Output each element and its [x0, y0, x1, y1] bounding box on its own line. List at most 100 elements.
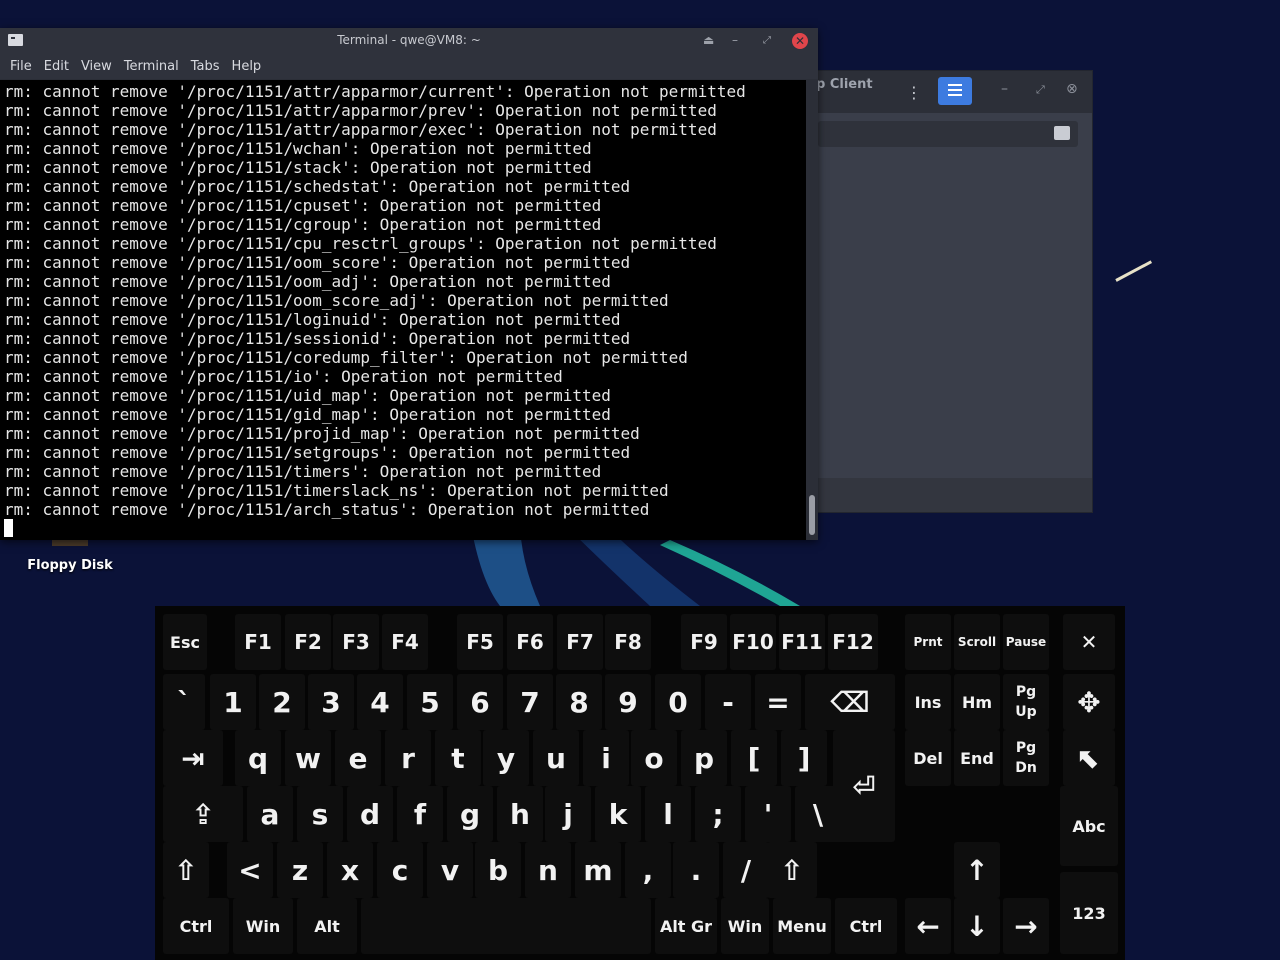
print-screen-key[interactable]: Prnt [905, 614, 951, 670]
terminal-scrollbar[interactable] [806, 80, 818, 540]
menu-tabs[interactable]: Tabs [185, 59, 226, 74]
key-j[interactable]: j [545, 786, 591, 842]
alt-key[interactable]: Alt [297, 898, 357, 954]
slash-key[interactable]: / [723, 842, 769, 898]
key-m[interactable]: m [575, 842, 621, 898]
key-e[interactable]: e [335, 730, 381, 786]
f4-key[interactable]: F4 [382, 614, 428, 670]
home-key[interactable]: Hm [954, 674, 1000, 730]
key-r[interactable]: r [385, 730, 431, 786]
key-s[interactable]: s [297, 786, 343, 842]
arrow-right-key[interactable]: → [1003, 898, 1049, 954]
key-c[interactable]: c [377, 842, 423, 898]
right-win-key[interactable]: Win [721, 898, 769, 954]
left-bracket-key[interactable]: [ [731, 730, 777, 786]
floppy-disk-icon[interactable] [52, 540, 88, 546]
menu-file[interactable]: File [4, 59, 38, 74]
key-p[interactable]: p [681, 730, 727, 786]
scrollbar-thumb[interactable] [809, 495, 815, 535]
key-d[interactable]: d [347, 786, 393, 842]
key-n[interactable]: n [525, 842, 571, 898]
key-b[interactable]: b [475, 842, 521, 898]
f1-key[interactable]: F1 [235, 614, 281, 670]
menu-icon[interactable]: ⋮ [906, 83, 922, 102]
key-6[interactable]: 6 [457, 674, 503, 730]
key-8[interactable]: 8 [556, 674, 602, 730]
equals-key[interactable]: = [755, 674, 801, 730]
backslash-key[interactable]: \ [795, 786, 841, 842]
key-4[interactable]: 4 [357, 674, 403, 730]
key-t[interactable]: t [435, 730, 481, 786]
space-key[interactable] [361, 898, 651, 954]
alt-gr-key[interactable]: Alt Gr [655, 898, 717, 954]
key-l[interactable]: l [645, 786, 691, 842]
list-view-button[interactable] [938, 77, 972, 105]
period-key[interactable]: . [673, 842, 719, 898]
esc-key[interactable]: Esc [163, 614, 207, 670]
terminal-titlebar[interactable]: Terminal - qwe@VM8: ~ ⏏ – ⤢ ✕ [0, 28, 818, 54]
key-3[interactable]: 3 [308, 674, 354, 730]
menu-edit[interactable]: Edit [38, 59, 75, 74]
key-g[interactable]: g [447, 786, 493, 842]
tab-key[interactable]: ⇥ [163, 730, 223, 786]
f6-key[interactable]: F6 [507, 614, 553, 670]
key-u[interactable]: u [533, 730, 579, 786]
background-window[interactable]: p Client ⋮ – ⤢ ⊗ [795, 70, 1093, 513]
maximize-icon[interactable]: ⤢ [1036, 83, 1045, 97]
f7-key[interactable]: F7 [557, 614, 603, 670]
menu-key[interactable]: Menu [773, 898, 831, 954]
clear-icon[interactable] [1054, 126, 1070, 140]
shade-icon[interactable]: ⏏ [703, 33, 714, 47]
arrow-down-key[interactable]: ↓ [954, 898, 1000, 954]
menu-help[interactable]: Help [226, 59, 268, 74]
key-2[interactable]: 2 [259, 674, 305, 730]
floppy-disk-label[interactable]: Floppy Disk [20, 558, 120, 573]
key-o[interactable]: o [631, 730, 677, 786]
f8-key[interactable]: F8 [605, 614, 651, 670]
caps-lock-key[interactable]: ⇪ [163, 786, 243, 842]
key-q[interactable]: q [235, 730, 281, 786]
background-window-search-input[interactable] [818, 121, 1078, 147]
terminal-output[interactable]: rm: cannot remove '/proc/1151/attr/appar… [0, 80, 806, 540]
maximize-icon[interactable]: ⤢ [763, 35, 771, 46]
arrow-up-key[interactable]: ↑ [954, 842, 1000, 898]
enter-key[interactable]: ⏎ [833, 730, 895, 842]
minimize-icon[interactable]: – [732, 33, 738, 47]
insert-key[interactable]: Ins [905, 674, 951, 730]
numeric-layout-button[interactable]: 123 [1060, 872, 1118, 954]
key-7[interactable]: 7 [507, 674, 553, 730]
arrow-left-key[interactable]: ← [905, 898, 951, 954]
f12-key[interactable]: F12 [828, 614, 878, 670]
less-than-key[interactable]: < [227, 842, 273, 898]
f11-key[interactable]: F11 [779, 614, 825, 670]
page-down-key[interactable]: Pg Dn [1003, 730, 1049, 786]
key-0[interactable]: 0 [655, 674, 701, 730]
key-z[interactable]: z [277, 842, 323, 898]
key-x[interactable]: x [327, 842, 373, 898]
f10-key[interactable]: F10 [730, 614, 776, 670]
close-icon[interactable]: ⊗ [1066, 81, 1078, 97]
menu-view[interactable]: View [75, 59, 118, 74]
scroll-lock-key[interactable]: Scroll [954, 614, 1000, 670]
key-k[interactable]: k [595, 786, 641, 842]
right-bracket-key[interactable]: ] [781, 730, 827, 786]
right-ctrl-key[interactable]: Ctrl [835, 898, 897, 954]
minimize-icon[interactable]: – [1001, 81, 1008, 97]
end-key[interactable]: End [954, 730, 1000, 786]
f3-key[interactable]: F3 [333, 614, 379, 670]
left-shift-key[interactable]: ⇧ [163, 842, 209, 898]
minus-key[interactable]: - [705, 674, 751, 730]
page-up-key[interactable]: Pg Up [1003, 674, 1049, 730]
backtick-key[interactable]: ` [163, 674, 205, 730]
f2-key[interactable]: F2 [285, 614, 331, 670]
menu-terminal[interactable]: Terminal [118, 59, 185, 74]
left-ctrl-key[interactable]: Ctrl [163, 898, 229, 954]
f5-key[interactable]: F5 [457, 614, 503, 670]
quote-key[interactable]: ' [745, 786, 791, 842]
key-h[interactable]: h [497, 786, 543, 842]
delete-key[interactable]: Del [905, 730, 951, 786]
key-i[interactable]: i [583, 730, 629, 786]
left-win-key[interactable]: Win [233, 898, 293, 954]
backspace-key[interactable]: ⌫ [805, 674, 895, 730]
background-window-titlebar[interactable]: p Client ⋮ – ⤢ ⊗ [796, 71, 1092, 113]
